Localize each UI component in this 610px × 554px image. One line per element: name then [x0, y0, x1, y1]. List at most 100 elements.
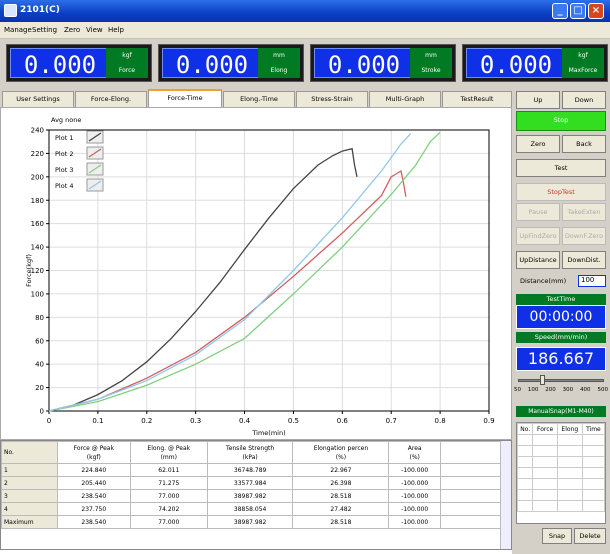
menu-bar: Manage Setting Zero View Help: [0, 22, 610, 39]
table-cell: -100.000: [388, 515, 441, 529]
stroke-label: Stroke: [410, 63, 452, 78]
app-icon: [4, 4, 17, 17]
snap-row: [516, 434, 606, 446]
tab-elong-time[interactable]: Elong.-Time: [223, 91, 295, 107]
stop-button[interactable]: Stop: [516, 111, 606, 131]
y-tick-label: 180: [31, 197, 44, 205]
table-cell: 62.011: [129, 463, 208, 477]
tab-multi-graph[interactable]: Multi-Graph: [369, 91, 441, 107]
table-row[interactable]: 4 237.750 74.202 38858.054 27.482 -100.000: [1, 502, 501, 516]
table-row[interactable]: 1 224.840 62.011 36748.789 22.967 -100.000: [1, 463, 501, 477]
y-tick-label: 140: [31, 244, 44, 252]
menu-setting[interactable]: Setting: [32, 26, 57, 34]
x-tick-label: 0.3: [190, 417, 201, 425]
downfzero-button[interactable]: DownF.Zero: [562, 227, 606, 245]
snap-col-time: Time: [581, 423, 606, 435]
snap-col-force: Force: [532, 423, 558, 435]
table-cell: -100.000: [388, 502, 441, 516]
minimize-icon[interactable]: _: [552, 3, 568, 19]
table-cell: [440, 463, 501, 477]
table-row[interactable]: 3 238.540 77.000 38987.982 28.518 -100.000: [1, 489, 501, 503]
tab-force-elong[interactable]: Force-Elong.: [75, 91, 147, 107]
back-button[interactable]: Back: [562, 135, 606, 153]
up-button[interactable]: Up: [516, 91, 560, 109]
table-cell: -100.000: [388, 489, 441, 503]
table-cell: [440, 489, 501, 503]
down-button[interactable]: Down: [562, 91, 606, 109]
x-tick-label: 0.6: [337, 417, 349, 425]
stroke-unit: mm: [410, 48, 452, 63]
speed-value: 186.667: [516, 347, 606, 371]
delete-button[interactable]: Delete: [574, 528, 606, 544]
table-row[interactable]: 2 205.440 71.275 33577.984 26.398 -100.000: [1, 476, 501, 490]
slider-tick: 500: [597, 387, 608, 393]
speed-slider-thumb[interactable]: [539, 375, 545, 385]
table-cell: 74.202: [129, 502, 208, 516]
y-tick-label: 20: [35, 384, 44, 392]
table-header-cell: No.: [1, 441, 58, 464]
slider-tick: 400: [580, 387, 591, 393]
snap-col-no: No.: [516, 423, 534, 435]
downdist-button[interactable]: DownDist.: [562, 251, 606, 269]
table-cell: 22.967: [292, 463, 390, 477]
tab-stress-strain[interactable]: Stress-Strain: [296, 91, 368, 107]
table-cell: 1: [1, 463, 58, 477]
table-cell: [440, 515, 501, 529]
x-tick-label: 0.5: [288, 417, 299, 425]
x-tick-label: 0.9: [483, 417, 494, 425]
updistance-button[interactable]: UpDistance: [516, 251, 560, 269]
table-cell: -100.000: [388, 463, 441, 477]
y-tick-label: 200: [31, 173, 44, 181]
snap-button[interactable]: Snap: [542, 528, 572, 544]
table-header-cell: Force @ Peak (kgf): [56, 441, 131, 464]
title-bar: 2101(C) _ □ ×: [0, 0, 610, 22]
gauge-bar: 0.000 kgf Force 0.000 mm Elong 0.000 mm …: [0, 39, 610, 89]
y-tick-label: 160: [31, 220, 44, 228]
table-header-cell: Tensile Strength (kPa): [206, 441, 294, 464]
y-tick-label: 220: [31, 150, 44, 158]
takeexten-button[interactable]: TakeExten: [562, 203, 606, 221]
x-tick-label: 0.4: [239, 417, 251, 425]
test-button[interactable]: Test: [516, 159, 606, 177]
tab-force-time[interactable]: Force-Time: [148, 89, 222, 108]
maximize-icon[interactable]: □: [570, 3, 586, 19]
stoptest-button[interactable]: StopTest: [516, 183, 606, 201]
speed-slider-track[interactable]: [518, 379, 604, 382]
y-tick-label: 60: [35, 337, 44, 345]
series-line-plot-2: [48, 169, 407, 412]
window-title: 2101(C): [20, 5, 60, 15]
slider-tick: 300: [562, 387, 574, 393]
menu-manage[interactable]: Manage: [4, 26, 32, 34]
close-icon[interactable]: ×: [588, 3, 604, 19]
testtime-value: 00:00:00: [516, 305, 606, 329]
zero-button[interactable]: Zero: [516, 135, 560, 153]
table-cell: 205.440: [56, 476, 131, 490]
slider-tick: 100: [527, 387, 539, 393]
elong-value: 0.000: [162, 48, 262, 79]
table-cell: [440, 476, 501, 490]
table-cell: 28.518: [292, 489, 390, 503]
table-header-row: No. Force @ Peak (kgf) Elong. @ Peak (mm) T…: [1, 441, 501, 464]
stroke-gauge: 0.000 mm Stroke: [310, 44, 456, 82]
upfindzero-button[interactable]: UpFindZero: [516, 227, 560, 245]
speed-label: Speed(mm/min): [516, 332, 606, 343]
maxforce-gauge: 0.000 kgf MaxForce: [462, 44, 608, 82]
tab-test-result[interactable]: TestResult: [442, 91, 512, 107]
table-scrollbar[interactable]: [500, 441, 511, 549]
slider-tick: 50: [514, 387, 521, 393]
stroke-value: 0.000: [314, 48, 414, 79]
x-tick-label: 0: [47, 417, 51, 425]
menu-view[interactable]: View: [86, 26, 103, 34]
pause-button[interactable]: Pause: [516, 203, 560, 221]
force-unit: kgf: [106, 48, 148, 63]
tab-user-settings[interactable]: User Settings: [2, 91, 74, 107]
maxforce-label: MaxForce: [562, 63, 604, 78]
table-cell: -100.000: [388, 476, 441, 490]
distance-input[interactable]: 100: [578, 275, 606, 287]
table-row[interactable]: Maximum 238.540 77.000 38987.982 28.518 -100.…: [1, 515, 501, 529]
results-table: No. Force @ Peak (kgf) Elong. @ Peak (mm) T…: [0, 440, 512, 550]
table-body: 1 224.840 62.011 36748.789 22.967 -100.000 2 20…: [1, 463, 501, 529]
legend-label: Plot 3: [55, 166, 73, 174]
menu-zero[interactable]: Zero: [64, 26, 80, 34]
menu-help[interactable]: Help: [108, 26, 124, 34]
